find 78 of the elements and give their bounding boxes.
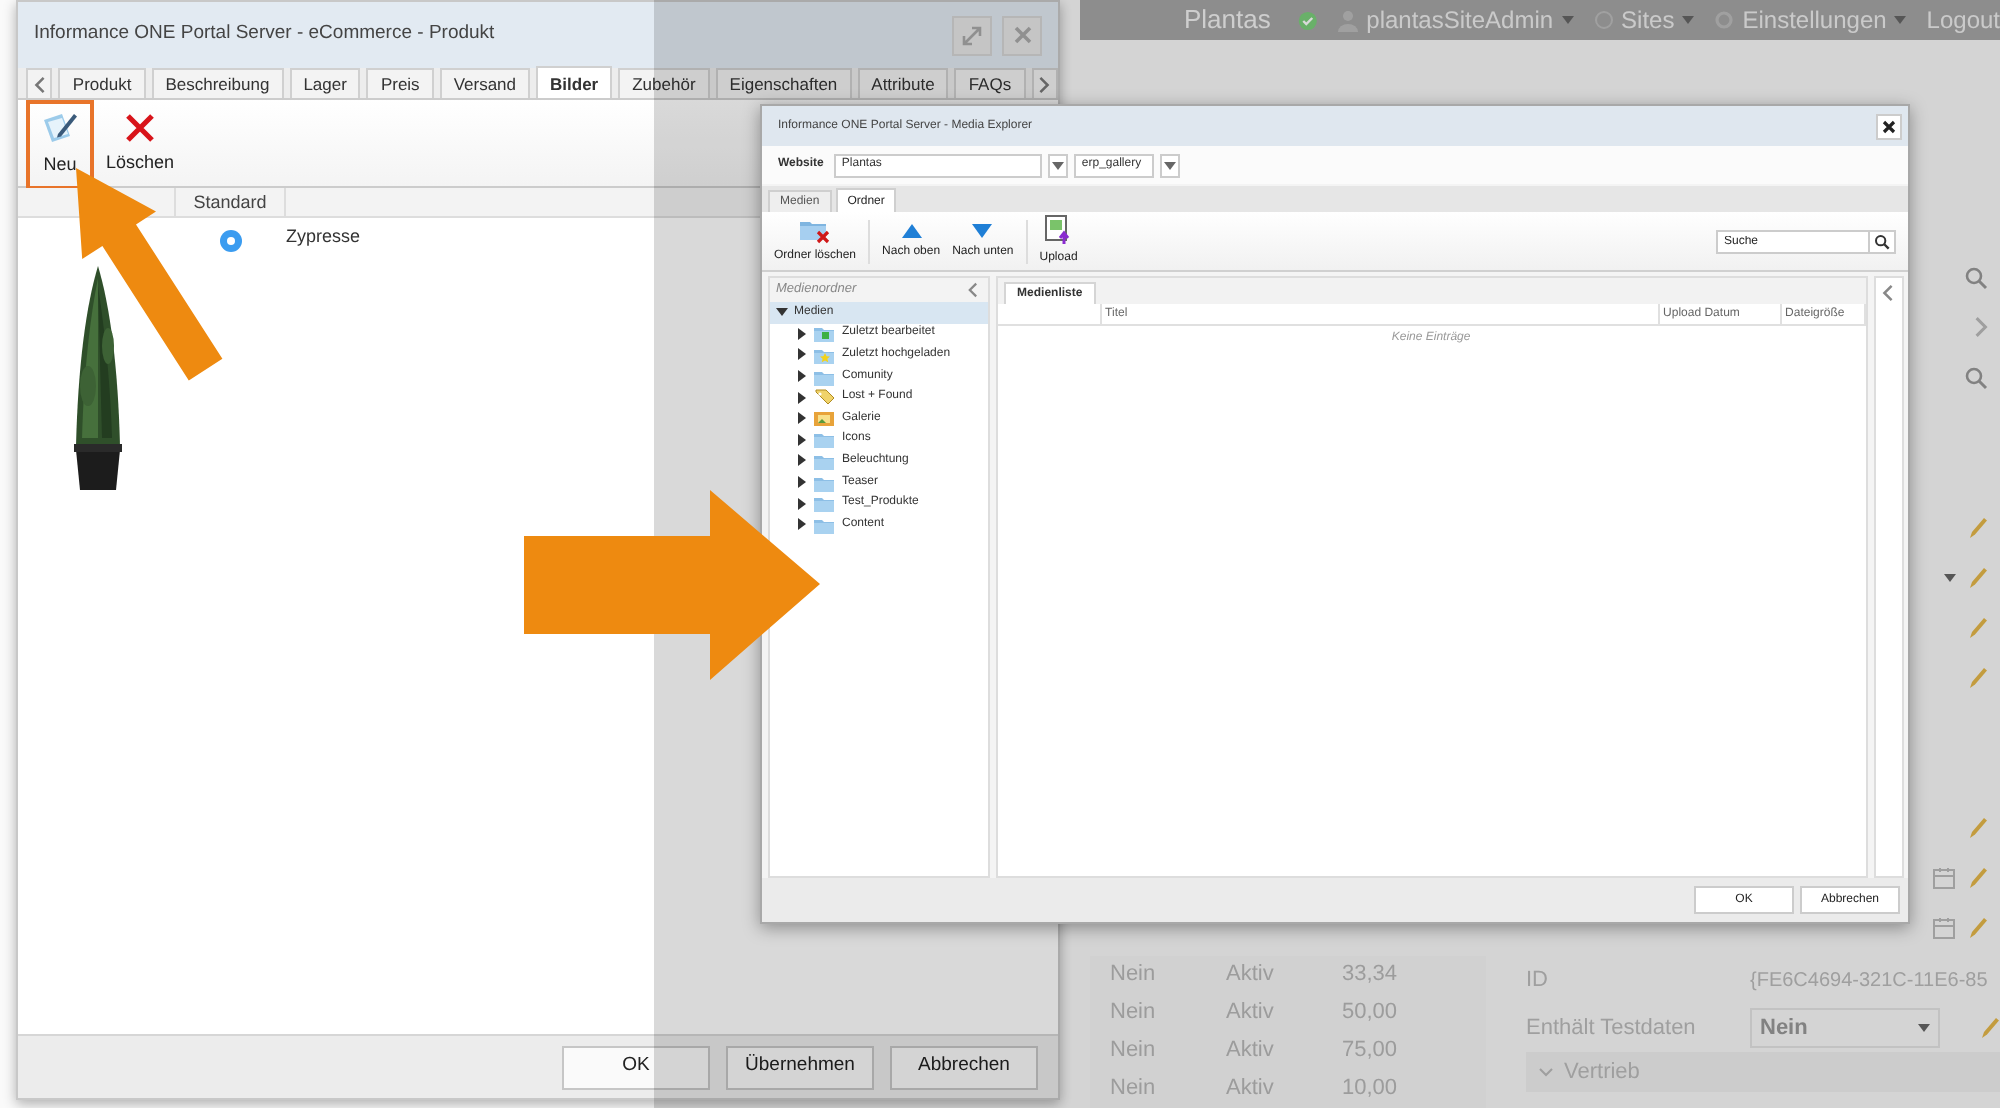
status-check-icon [1298,7,1319,33]
folder-icon [814,345,836,364]
search-icon [1874,233,1890,249]
tab[interactable]: FAQs [954,68,1026,98]
chevron-down-icon [1538,1066,1554,1078]
scroll-right-button[interactable] [1031,68,1058,98]
caret-icon [1918,1024,1930,1032]
folder-icon [814,494,836,513]
tab[interactable]: Eigenschaften [715,68,852,98]
dialog-button[interactable]: Übernehmen [726,1045,874,1089]
dropdown-button[interactable] [1047,153,1068,177]
up-arrow-icon [899,221,924,239]
close-icon [1882,119,1896,133]
tab[interactable]: Produkt [58,68,146,98]
folder-icon [814,324,836,343]
close-button[interactable] [1876,113,1902,139]
pencil-icon[interactable] [1968,815,1988,839]
toolbar-button[interactable]: Löschen [106,100,174,190]
folder-icon [814,367,836,386]
expand-icon [962,25,982,45]
site-name: Plantas [1184,2,1271,39]
chevron-right-icon [1038,75,1051,93]
menu-label: Sites [1621,4,1675,38]
tab[interactable]: Attribute [857,68,949,98]
chevron-left-icon [967,282,978,298]
folder-icon [814,430,836,449]
tab[interactable]: Bilder [536,66,613,98]
expand-panel-button[interactable] [1882,284,1895,304]
caret-icon [1163,161,1176,169]
pencil-icon[interactable] [1968,665,1988,689]
tab[interactable]: Beschreibung [151,68,284,98]
scroll-left-button[interactable] [26,68,53,98]
menu-label: Einstellungen [1742,4,1887,38]
caret-icon [1682,16,1695,24]
window-title: Informance ONE Portal Server - eCommerce - Produkt [34,20,497,49]
search-icon[interactable] [1964,265,1988,289]
chevron-left-icon [33,75,46,93]
folder-icon [814,473,836,492]
dialog-button[interactable]: Abbrechen [890,1045,1038,1089]
calendar-icon[interactable] [1932,865,1956,889]
caret-icon [1944,573,1956,581]
folder-delete-icon [799,217,832,243]
dialog-button[interactable]: OK [562,1045,710,1089]
table-cell: Zypresse [286,226,361,246]
menu-label: plantasSiteAdmin [1366,4,1554,38]
expand-button[interactable] [952,15,992,55]
pencil-icon[interactable] [1980,1016,2000,1040]
tab[interactable]: Zubehör [618,68,710,98]
pencil-icon[interactable] [1968,865,1988,889]
collapse-button[interactable] [967,282,978,298]
calendar-icon[interactable] [1932,915,1956,939]
expanded-arrow-icon [776,306,788,319]
pencil-icon[interactable] [1968,915,1988,939]
tab[interactable]: Lager [289,68,361,98]
folder-icon [814,451,836,470]
new-document-icon [40,110,80,147]
dropdown-button[interactable] [1159,153,1180,177]
pencil-icon[interactable] [1968,515,1988,539]
pencil-icon[interactable] [1968,565,1988,589]
upload-icon [1043,214,1074,246]
tab[interactable]: Preis [366,68,434,98]
gallery-icon [814,409,836,428]
tab[interactable]: Versand [439,68,531,98]
radio-button[interactable] [220,230,242,252]
pencil-icon[interactable] [1968,615,1988,639]
caret-icon [1894,16,1907,24]
chevron-left-icon [1882,284,1895,302]
down-arrow-icon [970,221,995,239]
search-icon[interactable] [1964,365,1988,389]
column-header: Standard [176,188,286,216]
chevron-right-icon [1974,316,1988,338]
caret-icon [1051,161,1064,169]
search-button[interactable] [1870,229,1896,253]
caret-icon [1561,16,1574,24]
close-icon [124,112,156,145]
tag-icon [814,388,836,407]
close-icon [1013,26,1031,44]
folder-icon [814,515,836,534]
